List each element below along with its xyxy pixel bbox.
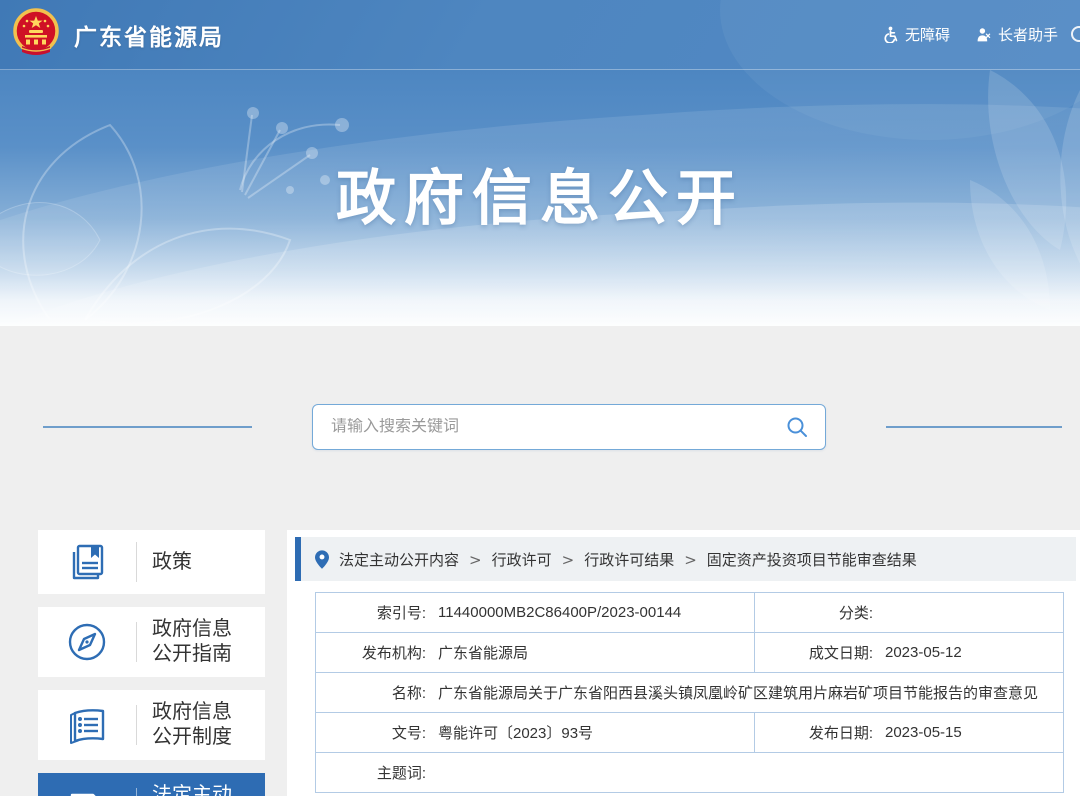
field-value: 广东省能源局关于广东省阳西县溪头镇凤凰岭矿区建筑用片麻岩矿项目节能报告的审查意见	[438, 682, 1038, 703]
doc-number-cell: 文号: 粤能许可〔2023〕93号	[316, 713, 755, 753]
index-number-cell: 索引号: 11440000MB2C86400P/2023-00144	[316, 593, 755, 633]
compass-icon	[65, 620, 109, 664]
breadcrumb-item[interactable]: 行政许可结果	[584, 552, 674, 569]
field-value: 广东省能源局	[438, 642, 528, 663]
title-cell: 名称: 广东省能源局关于广东省阳西县溪头镇凤凰岭矿区建筑用片麻岩矿项目节能报告的审…	[316, 673, 1064, 713]
divider	[136, 622, 137, 662]
partial-icon[interactable]	[1071, 26, 1080, 42]
national-emblem-icon	[12, 8, 60, 62]
accessibility-link[interactable]: 无障碍	[882, 24, 950, 45]
sidebar-item-label: 政策	[152, 550, 244, 575]
table-row: 文号: 粤能许可〔2023〕93号 发布日期: 2023-05-15	[316, 713, 1064, 753]
field-label: 发布机构:	[316, 642, 426, 663]
table-row: 主题词:	[316, 753, 1064, 793]
breadcrumb-strip: 法定主动公开内容 > 行政许可 > 行政许可结果 > 固定资产投资项目节能审查结果	[301, 537, 1076, 581]
search-icon	[785, 415, 809, 439]
sidebar-item-statutory-disclosure[interactable]: 法定主动公开内容	[38, 773, 265, 796]
divider	[136, 788, 137, 796]
publisher-cell: 发布机构: 广东省能源局	[316, 633, 755, 673]
top-nav: 广东省能源局 无障碍 长者助手	[0, 0, 1080, 70]
written-date-cell: 成文日期: 2023-05-12	[755, 633, 1064, 673]
table-row: 发布机构: 广东省能源局 成文日期: 2023-05-12	[316, 633, 1064, 673]
table-row: 索引号: 11440000MB2C86400P/2023-00144 分类:	[316, 593, 1064, 633]
field-label: 主题词:	[316, 762, 426, 783]
page-title: 政府信息公开	[0, 150, 1080, 237]
breadcrumb-item[interactable]: 固定资产投资项目节能审查结果	[707, 552, 917, 569]
sidebar-item-label: 政府信息公开制度	[152, 700, 244, 750]
document-info-table: 索引号: 11440000MB2C86400P/2023-00144 分类: 发布…	[315, 592, 1064, 793]
breadcrumb-trail: 法定主动公开内容 > 行政许可 > 行政许可结果 > 固定资产投资项目节能审查结果	[339, 549, 917, 570]
field-value: 2023-05-12	[885, 644, 962, 661]
category-cell: 分类:	[755, 593, 1064, 633]
search-button[interactable]	[779, 415, 825, 439]
field-value: 2023-05-15	[885, 724, 962, 741]
divider	[136, 705, 137, 745]
field-value: 粤能许可〔2023〕93号	[438, 722, 593, 743]
breadcrumb-separator: >	[562, 551, 575, 569]
sidebar-item-gov-info-guide[interactable]: 政府信息公开指南	[38, 607, 265, 677]
page: 广东省能源局 无障碍 长者助手	[0, 0, 1080, 796]
site-title: 广东省能源局	[74, 18, 224, 52]
elder-assistant-link[interactable]: 长者助手	[976, 24, 1058, 45]
field-value: 11440000MB2C86400P/2023-00144	[438, 604, 681, 621]
sidebar-item-gov-info-system[interactable]: 政府信息公开制度	[38, 690, 265, 760]
main-content: 法定主动公开内容 > 行政许可 > 行政许可结果 > 固定资产投资项目节能审查结果 索引号:…	[287, 530, 1080, 796]
book-icon	[65, 540, 109, 584]
document-list-icon	[65, 703, 109, 747]
sidebar-item-label: 法定主动公开内容	[152, 783, 244, 796]
person-icon	[976, 27, 992, 43]
sidebar-item-label: 政府信息公开指南	[152, 617, 244, 667]
search-input[interactable]	[313, 418, 779, 436]
publish-date-cell: 发布日期: 2023-05-15	[755, 713, 1064, 753]
divider	[136, 542, 137, 582]
location-pin-icon	[315, 550, 329, 569]
table-row: 名称: 广东省能源局关于广东省阳西县溪头镇凤凰岭矿区建筑用片麻岩矿项目节能报告的审…	[316, 673, 1064, 713]
breadcrumb: 法定主动公开内容 > 行政许可 > 行政许可结果 > 固定资产投资项目节能审查结果	[287, 537, 1080, 581]
field-label: 文号:	[316, 722, 426, 743]
field-label: 索引号:	[316, 602, 426, 623]
file-icon	[65, 786, 109, 796]
decorative-rule-right	[886, 426, 1062, 428]
keywords-cell: 主题词:	[316, 753, 1064, 793]
field-label: 发布日期:	[755, 722, 873, 743]
elder-assistant-label: 长者助手	[998, 24, 1058, 45]
search-box	[312, 404, 826, 450]
wheelchair-icon	[882, 26, 899, 43]
field-label: 分类:	[755, 602, 873, 623]
breadcrumb-separator: >	[684, 551, 697, 569]
decorative-rule-left	[43, 426, 252, 428]
accessibility-label: 无障碍	[905, 24, 950, 45]
search-section	[0, 403, 1080, 451]
breadcrumb-separator: >	[469, 551, 482, 569]
field-label: 成文日期:	[755, 642, 873, 663]
sidebar: 政策 政府信息公开指南 政府信息公开制度	[38, 530, 265, 796]
utility-links: 无障碍 长者助手	[882, 24, 1058, 45]
breadcrumb-item[interactable]: 行政许可	[492, 552, 552, 569]
breadcrumb-item[interactable]: 法定主动公开内容	[339, 552, 459, 569]
sidebar-item-policy[interactable]: 政策	[38, 530, 265, 594]
field-label: 名称:	[316, 682, 426, 703]
